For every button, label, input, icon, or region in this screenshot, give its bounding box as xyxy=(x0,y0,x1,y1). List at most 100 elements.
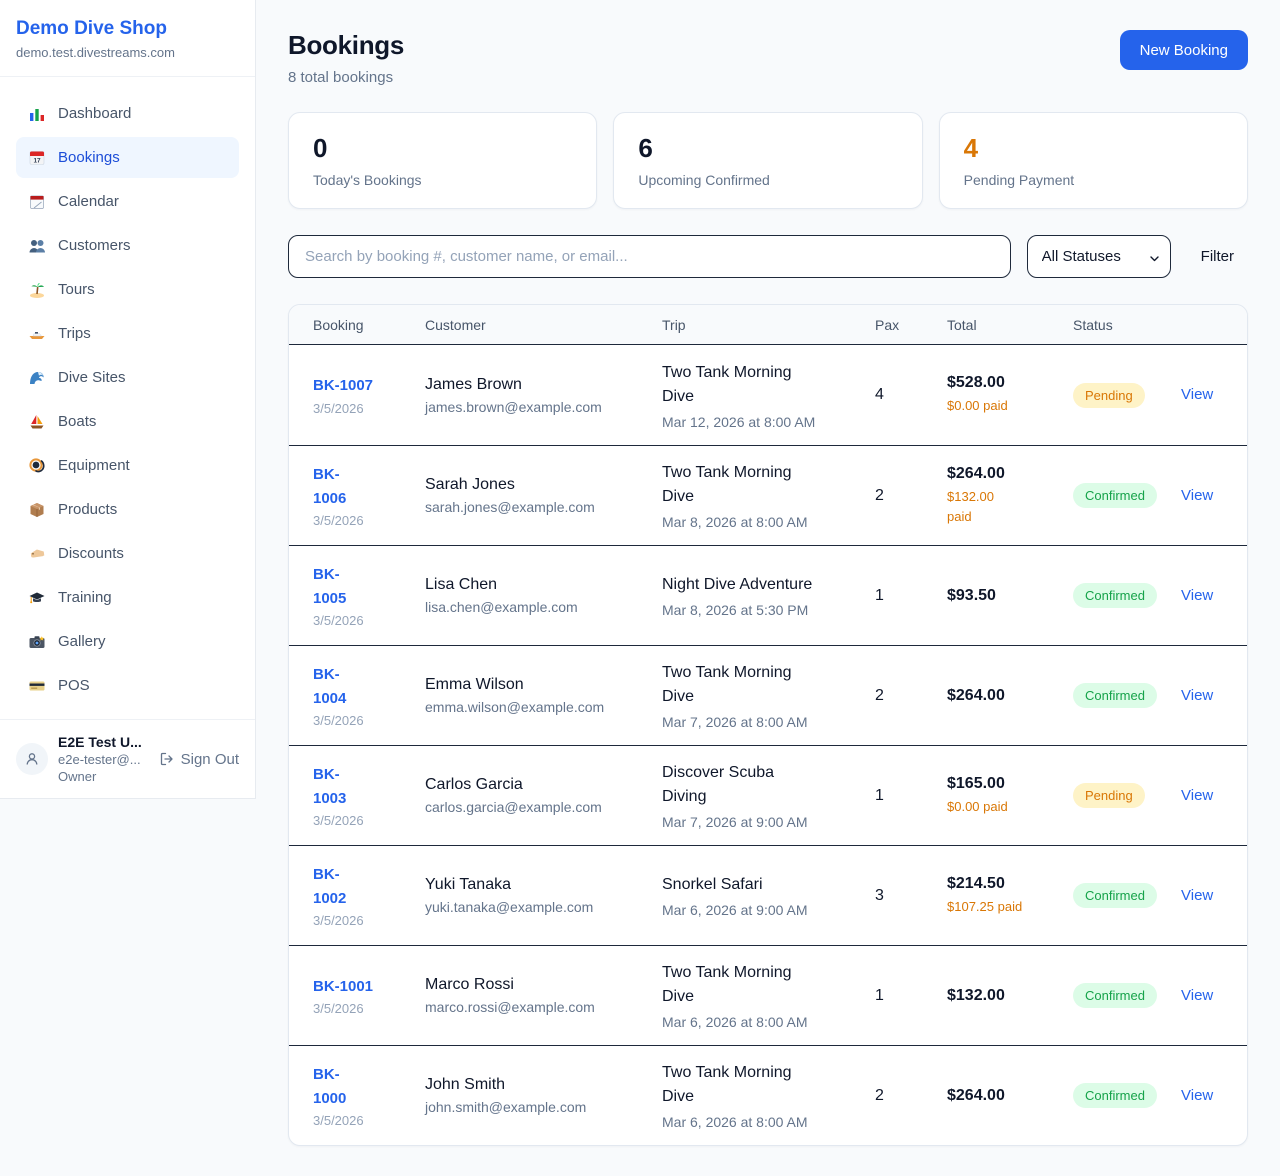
brand-name[interactable]: Demo Dive Shop xyxy=(16,18,239,40)
sidebar-item-label: Discounts xyxy=(58,545,124,562)
paid-amount: $0.00 paid xyxy=(947,797,1073,817)
trip-date: Mar 7, 2026 at 8:00 AM xyxy=(662,714,875,730)
booking-date: 3/5/2026 xyxy=(313,913,425,928)
booking-id-link[interactable]: BK- 1004 xyxy=(313,663,346,710)
table-row: BK- 1002 3/5/2026 Yuki Tanaka yuki.tanaka@… xyxy=(289,845,1247,945)
sidebar-item-dive-sites[interactable]: Dive Sites xyxy=(16,357,239,398)
gallery-icon xyxy=(28,633,46,651)
customer-name: Yuki Tanaka xyxy=(425,876,662,894)
sidebar-item-equipment[interactable]: Equipment xyxy=(16,445,239,486)
sign-out-button[interactable]: Sign Out xyxy=(159,751,239,768)
view-link[interactable]: View xyxy=(1181,787,1213,804)
booking-date: 3/5/2026 xyxy=(313,713,425,728)
brand-block: Demo Dive Shop demo.test.divestreams.com xyxy=(0,0,255,77)
stats-row: 0 Today's Bookings 6 Upcoming Confirmed … xyxy=(288,112,1248,209)
user-name: E2E Test U... xyxy=(58,734,149,750)
sidebar-item-trips[interactable]: Trips xyxy=(16,313,239,354)
status-select-wrap: All Statuses xyxy=(1027,235,1171,278)
user-section: E2E Test U... e2e-tester@... Owner Sign … xyxy=(0,719,255,798)
view-link[interactable]: View xyxy=(1181,487,1213,504)
booking-id-link[interactable]: BK- 1003 xyxy=(313,763,346,810)
sidebar-item-label: Tours xyxy=(58,281,95,298)
customer-email: yuki.tanaka@example.com xyxy=(425,899,662,915)
customer-name: John Smith xyxy=(425,1076,662,1094)
sidebar-nav: Dashboard 17 Bookings Calendar Customers… xyxy=(0,77,255,719)
customer-email: sarah.jones@example.com xyxy=(425,499,662,515)
customer-email: emma.wilson@example.com xyxy=(425,699,662,715)
sidebar-item-calendar[interactable]: Calendar xyxy=(16,181,239,222)
customer-name: Lisa Chen xyxy=(425,576,662,594)
avatar xyxy=(16,743,48,775)
view-link[interactable]: View xyxy=(1181,386,1213,403)
column-header-pax: Pax xyxy=(875,317,947,333)
app-root: Demo Dive Shop demo.test.divestreams.com… xyxy=(0,0,1280,1176)
paid-amount: $0.00 paid xyxy=(947,396,1073,416)
customer-email: james.brown@example.com xyxy=(425,399,662,415)
filter-row: All Statuses Filter xyxy=(288,235,1248,278)
page-title: Bookings xyxy=(288,30,404,61)
sidebar-item-dashboard[interactable]: Dashboard xyxy=(16,93,239,134)
dive-sites-icon xyxy=(28,369,46,387)
dashboard-icon xyxy=(28,105,46,123)
bookings-icon: 17 xyxy=(28,149,46,167)
sidebar-item-training[interactable]: Training xyxy=(16,577,239,618)
booking-date: 3/5/2026 xyxy=(313,813,425,828)
sidebar-item-label: Equipment xyxy=(58,457,130,474)
column-header-trip: Trip xyxy=(662,317,875,333)
view-link[interactable]: View xyxy=(1181,1087,1213,1104)
tours-icon xyxy=(28,281,46,299)
booking-id-link[interactable]: BK- 1002 xyxy=(313,863,346,910)
view-link[interactable]: View xyxy=(1181,987,1213,1004)
table-header-row: Booking Customer Trip Pax Total Status xyxy=(289,305,1247,345)
sidebar-item-label: Dive Sites xyxy=(58,369,126,386)
sidebar-item-tours[interactable]: Tours xyxy=(16,269,239,310)
sidebar-item-bookings[interactable]: 17 Bookings xyxy=(16,137,239,178)
stat-label: Today's Bookings xyxy=(313,172,572,188)
view-link[interactable]: View xyxy=(1181,587,1213,604)
status-badge: Confirmed xyxy=(1073,683,1157,708)
booking-id-link[interactable]: BK- 1000 xyxy=(313,1063,346,1110)
table-row: BK-10073/5/2026 James Brownjames.brown@e… xyxy=(289,345,1247,445)
total-amount: $528.00 xyxy=(947,374,1073,392)
total-amount: $264.00 xyxy=(947,687,1073,705)
booking-date: 3/5/2026 xyxy=(313,401,425,416)
bookings-table: Booking Customer Trip Pax Total Status B… xyxy=(288,304,1248,1146)
sidebar-item-label: Bookings xyxy=(58,149,120,166)
status-badge: Confirmed xyxy=(1073,1083,1157,1108)
training-icon xyxy=(28,589,46,607)
table-row: BK- 10053/5/2026 Lisa Chenlisa.chen@exam… xyxy=(289,545,1247,645)
sidebar-item-customers[interactable]: Customers xyxy=(16,225,239,266)
booking-date: 3/5/2026 xyxy=(313,613,425,628)
total-amount: $264.00 xyxy=(947,1087,1073,1105)
view-link[interactable]: View xyxy=(1181,887,1213,904)
total-amount: $165.00 xyxy=(947,775,1073,793)
customer-email: carlos.garcia@example.com xyxy=(425,799,662,815)
stat-label: Upcoming Confirmed xyxy=(638,172,897,188)
pax-count: 2 xyxy=(875,487,947,505)
sidebar-item-label: Calendar xyxy=(58,193,119,210)
view-link[interactable]: View xyxy=(1181,687,1213,704)
status-select[interactable]: All Statuses xyxy=(1027,235,1171,278)
trip-date: Mar 12, 2026 at 8:00 AM xyxy=(662,414,875,430)
booking-id-link[interactable]: BK-1007 xyxy=(313,374,373,397)
booking-id-link[interactable]: BK- 1006 xyxy=(313,463,346,510)
new-booking-button[interactable]: New Booking xyxy=(1120,30,1248,70)
sidebar-item-products[interactable]: Products xyxy=(16,489,239,530)
pax-count: 3 xyxy=(875,887,947,905)
table-row: BK- 10043/5/2026 Emma Wilsonemma.wilson@… xyxy=(289,645,1247,745)
booking-id-link[interactable]: BK- 1005 xyxy=(313,563,346,610)
sidebar-item-discounts[interactable]: Discounts xyxy=(16,533,239,574)
booking-id-link[interactable]: BK-1001 xyxy=(313,975,373,998)
products-icon xyxy=(28,501,46,519)
stat-value: 4 xyxy=(964,133,1223,164)
filter-button[interactable]: Filter xyxy=(1187,248,1248,265)
sidebar-item-gallery[interactable]: Gallery xyxy=(16,621,239,662)
sign-out-icon xyxy=(159,751,175,767)
column-header-total: Total xyxy=(947,317,1073,333)
sidebar-item-pos[interactable]: POS xyxy=(16,665,239,706)
booking-date: 3/5/2026 xyxy=(313,1001,425,1016)
sidebar-item-boats[interactable]: Boats xyxy=(16,401,239,442)
search-input[interactable] xyxy=(288,235,1011,278)
sidebar-item-label: Customers xyxy=(58,237,131,254)
total-amount: $214.50 xyxy=(947,875,1073,893)
